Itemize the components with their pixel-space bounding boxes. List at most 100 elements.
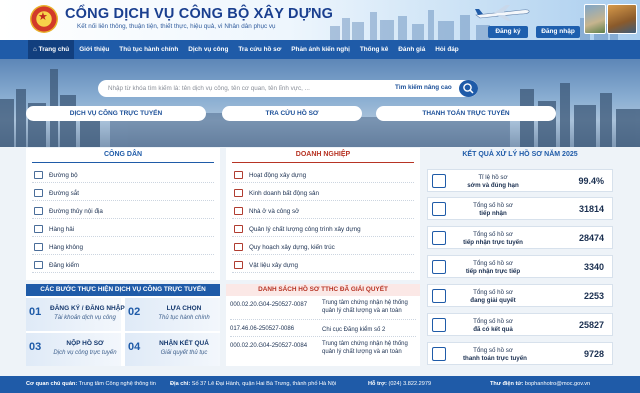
paper-document-icon xyxy=(432,260,446,274)
table-row[interactable]: 000.02.20.G04-250527-0087 Trung tâm chứn… xyxy=(230,299,416,320)
record-code: 000.02.20.G04-250527-0084 xyxy=(230,343,308,349)
stat-card[interactable]: Tổng số hồ sơ đã có kết quả 25827 xyxy=(427,313,613,336)
stat-card[interactable]: Tỉ lệ hồ sơ sớm và đúng hạn 99.4% xyxy=(427,169,613,192)
stat-card[interactable]: Tổng số hồ sơ tiếp nhận 31814 xyxy=(427,197,613,220)
cong-dan-item[interactable]: Hàng không xyxy=(32,240,214,255)
doanh-nghiep-panel: DOANH NGHIỆP Hoạt động xây dựng Kinh doa… xyxy=(226,148,420,280)
stat-label: tiếp nhận trực tiếp xyxy=(465,268,521,275)
stat-label: Tổng số hồ sơ xyxy=(473,202,513,209)
nav-gioi-thieu[interactable]: Giới thiệu xyxy=(74,40,114,59)
stat-card[interactable]: Tổng số hồ sơ thanh toán trực tuyến 9728 xyxy=(427,342,613,365)
search-icon xyxy=(463,83,474,94)
footer-address: Địa chỉ: Số 37 Lê Đại Hành, quận Hai Bà … xyxy=(170,376,336,393)
site-title[interactable]: CỔNG DỊCH VỤ CÔNG BỘ XÂY DỰNG xyxy=(65,6,333,22)
banner-photo-1 xyxy=(584,4,606,34)
table-row[interactable]: 000.02.20.G04-250527-0084 Trung tâm chứn… xyxy=(230,340,416,361)
nav-dich-vu-cong[interactable]: Dịch vụ công xyxy=(183,40,233,59)
doanh-nghiep-item[interactable]: Quy hoạch xây dựng, kiến trúc xyxy=(232,240,414,255)
main-nav: ⌂ Trang chủ Giới thiệu Thủ tục hành chín… xyxy=(0,40,640,59)
record-agency: Trung tâm chứng nhận hệ thống quản lý ch… xyxy=(322,341,408,355)
stat-card[interactable]: Tổng số hồ sơ đang giải quyết 2253 xyxy=(427,284,613,307)
item-label: Kinh doanh bất động sản xyxy=(249,190,320,197)
banner-photo-2 xyxy=(607,4,637,34)
resolved-list-panel: DANH SÁCH HỒ SƠ TTHC ĐÃ GIẢI QUYẾT 000.0… xyxy=(226,284,420,366)
step-card[interactable]: 03 NỘP HỒ SƠ Dịch vụ công trực tuyến xyxy=(26,333,121,366)
cong-dan-panel: CÔNG DÂN Đường bộ Đường sắt Đường thủy n… xyxy=(26,148,220,280)
record-agency: Trung tâm chứng nhận hệ thống quản lý ch… xyxy=(322,300,408,314)
item-label: Vật liệu xây dựng xyxy=(249,262,299,269)
stat-label: sớm và đúng hạn xyxy=(467,182,519,189)
search-bar[interactable]: Nhập từ khóa tìm kiếm là: tên dịch vụ cô… xyxy=(98,80,478,97)
step-subtitle: Giải quyết thủ tục xyxy=(160,350,208,356)
doanh-nghiep-item[interactable]: Nhà ở và công sở xyxy=(232,204,414,219)
record-agency: Chi cục Đăng kiểm số 2 xyxy=(322,327,386,333)
step-card[interactable]: 04 NHẬN KẾT QUẢ Giải quyết thủ tục xyxy=(125,333,220,366)
stat-card[interactable]: Tổng số hồ sơ tiếp nhận trực tiếp 3340 xyxy=(427,255,613,278)
item-label: Hàng hải xyxy=(49,226,75,233)
site-subtitle: Kết nối liên thông, thuận tiện, thiết th… xyxy=(77,23,276,30)
stat-card[interactable]: Tổng số hồ sơ tiếp nhận trực tuyến 28474 xyxy=(427,226,613,249)
construction-icon xyxy=(234,171,243,179)
doanh-nghiep-item[interactable]: Quản lý chất lượng công trình xây dựng xyxy=(232,222,414,237)
item-label: Đường thủy nội địa xyxy=(49,208,103,215)
planning-icon xyxy=(234,243,243,251)
step-card[interactable]: 01 ĐĂNG KÝ / ĐĂNG NHẬP Tài khoản dịch vụ… xyxy=(26,298,125,331)
item-label: Hoạt động xây dựng xyxy=(249,172,307,179)
step-number: 03 xyxy=(29,341,42,353)
register-button[interactable]: Đăng ký xyxy=(488,26,528,38)
quick-link-tra-cuu-ho-so[interactable]: TRA CỨU HỒ SƠ xyxy=(222,106,362,121)
advanced-search-link[interactable]: Tìm kiếm nâng cao xyxy=(395,84,452,91)
divider xyxy=(32,162,214,163)
stat-label: Tổng số hồ sơ xyxy=(473,260,513,267)
stat-label: Tổng số hồ sơ xyxy=(473,347,513,354)
nav-tra-cuu-ho-so[interactable]: Tra cứu hồ sơ xyxy=(233,40,286,59)
doanh-nghiep-item[interactable]: Hoạt động xây dựng xyxy=(232,168,414,183)
table-row[interactable]: 017.46.06-250527-0086 Chi cục Đăng kiểm … xyxy=(230,323,416,337)
stat-value: 3340 xyxy=(583,262,604,272)
nav-phan-anh-kien-nghi[interactable]: Phản ánh kiến nghị xyxy=(286,40,355,59)
quick-link-thanh-toan[interactable]: THANH TOÁN TRỰC TUYẾN xyxy=(376,106,556,121)
nav-danh-gia[interactable]: Đánh giá xyxy=(393,40,430,59)
ship-icon xyxy=(34,225,43,233)
national-emblem-logo[interactable] xyxy=(30,5,58,33)
cong-dan-item[interactable]: Đường thủy nội địa xyxy=(32,204,214,219)
inspection-icon xyxy=(34,261,43,269)
cong-dan-item[interactable]: Đăng kiểm xyxy=(32,258,214,273)
doanh-nghiep-item[interactable]: Vật liệu xây dựng xyxy=(232,258,414,273)
cong-dan-item[interactable]: Hàng hải xyxy=(32,222,214,237)
quality-icon xyxy=(234,225,243,233)
stat-label: đang giải quyết xyxy=(470,297,516,304)
step-card[interactable]: 02 LỰA CHỌN Thủ tục hành chính xyxy=(125,298,220,331)
step-number: 02 xyxy=(128,306,141,318)
doanh-nghiep-item[interactable]: Kinh doanh bất động sản xyxy=(232,186,414,201)
stat-label: tiếp nhận xyxy=(479,210,507,217)
search-button[interactable] xyxy=(459,80,478,97)
item-label: Đăng kiểm xyxy=(49,262,80,269)
divider xyxy=(232,162,414,163)
road-icon xyxy=(34,171,43,179)
completed-icon xyxy=(432,318,446,332)
footer-value: (024) 3.822.2979 xyxy=(388,381,432,387)
nav-home[interactable]: ⌂ Trang chủ xyxy=(28,40,75,59)
footer-email[interactable]: Thư điện tử: bophanhotro@moc.gov.vn xyxy=(490,376,590,393)
footer-value[interactable]: bophanhotro@moc.gov.vn xyxy=(525,381,590,387)
stat-value: 9728 xyxy=(583,349,604,359)
cong-dan-item[interactable]: Đường bộ xyxy=(32,168,214,183)
item-label: Hàng không xyxy=(49,244,83,251)
nav-thu-tuc-hanh-chinh[interactable]: Thủ tục hành chính xyxy=(114,40,183,59)
results-title: KẾT QUẢ XỬ LÝ HỒ SƠ NĂM 2025 xyxy=(462,151,578,158)
nav-thong-ke[interactable]: Thống kê xyxy=(355,40,393,59)
stat-label: Tổng số hồ sơ xyxy=(473,231,513,238)
quick-link-dich-vu-cong[interactable]: DỊCH VỤ CÔNG TRỰC TUYẾN xyxy=(26,106,206,121)
search-input[interactable]: Nhập từ khóa tìm kiếm là: tên dịch vụ cô… xyxy=(108,85,310,92)
stat-value: 31814 xyxy=(578,204,604,214)
house-icon xyxy=(234,207,243,215)
pending-icon xyxy=(432,289,446,303)
cong-dan-item[interactable]: Đường sắt xyxy=(32,186,214,201)
nav-hoi-dap[interactable]: Hỏi đáp xyxy=(430,40,463,59)
results-panel: KẾT QUẢ XỬ LÝ HỒ SƠ NĂM 2025 Tỉ lệ hồ sơ… xyxy=(427,148,613,366)
step-subtitle: Dịch vụ công trực tuyến xyxy=(53,350,117,356)
train-icon xyxy=(34,189,43,197)
login-button[interactable]: Đăng nhập xyxy=(536,26,580,38)
steps-panel: CÁC BƯỚC THỰC HIỆN DỊCH VỤ CÔNG TRỰC TUY… xyxy=(26,284,220,366)
